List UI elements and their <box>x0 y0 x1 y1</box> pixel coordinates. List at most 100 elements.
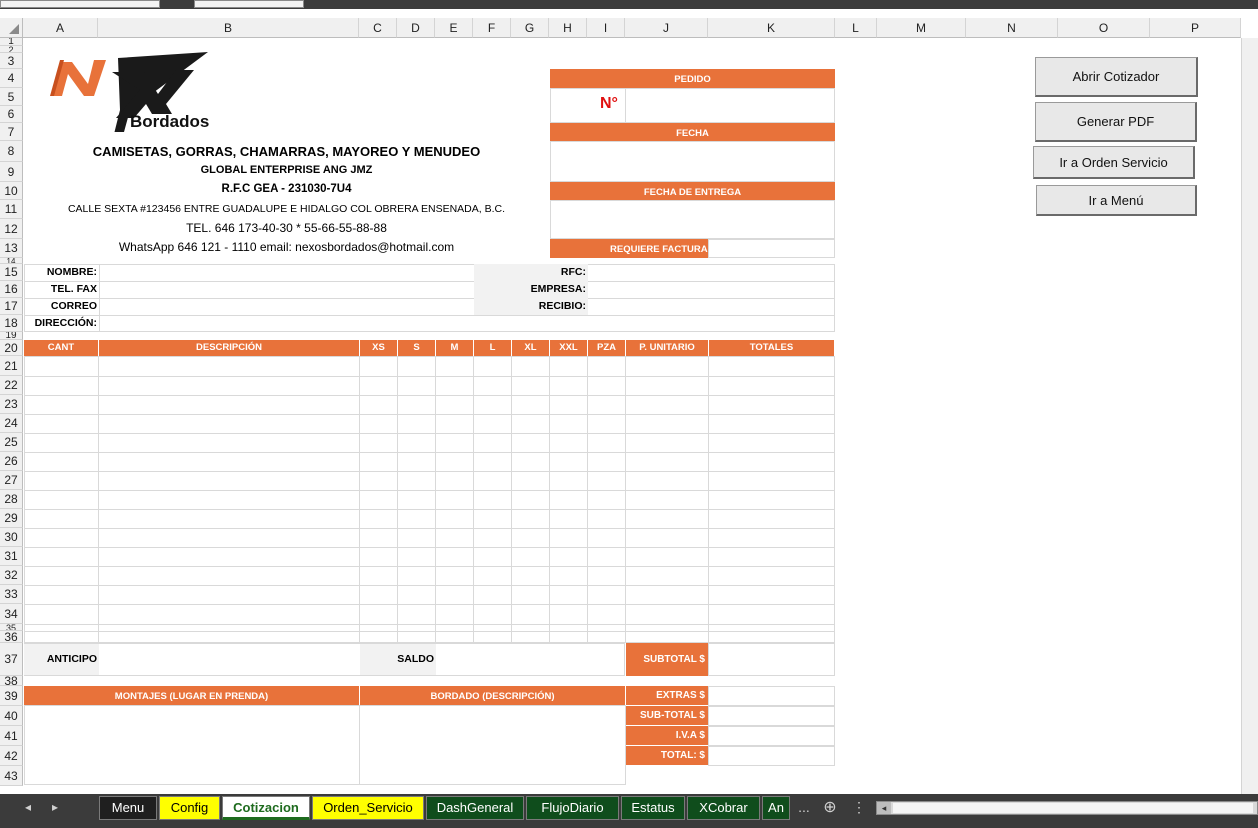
row-header[interactable]: 38 <box>0 676 23 686</box>
sheet-tab[interactable]: Config <box>159 796 220 820</box>
column-header[interactable]: H <box>549 18 587 38</box>
extras-field[interactable] <box>708 686 835 706</box>
montajes-field[interactable] <box>24 705 360 785</box>
anticipo-field[interactable] <box>100 644 359 675</box>
row-header[interactable]: 15 <box>0 264 23 281</box>
row-header[interactable]: 32 <box>0 566 23 585</box>
direccion-field[interactable] <box>100 316 834 332</box>
rfc-field[interactable] <box>589 265 834 281</box>
column-header[interactable]: E <box>435 18 473 38</box>
row-header[interactable]: 6 <box>0 106 23 123</box>
row-header[interactable]: 3 <box>0 53 23 69</box>
tab-next-icon[interactable]: ▸ <box>47 800 63 814</box>
row-header[interactable]: 27 <box>0 471 23 490</box>
row-header[interactable]: 31 <box>0 547 23 566</box>
row-header[interactable]: 30 <box>0 528 23 547</box>
row-header[interactable]: 1 <box>0 38 23 46</box>
table-row[interactable] <box>24 490 835 491</box>
formula-input[interactable] <box>194 0 304 8</box>
table-row[interactable] <box>24 547 835 548</box>
table-row[interactable] <box>24 376 835 377</box>
recibio-field[interactable] <box>589 299 834 315</box>
row-header[interactable]: 20 <box>0 340 23 356</box>
row-header[interactable]: 10 <box>0 182 23 200</box>
column-header[interactable]: B <box>98 18 359 38</box>
column-header[interactable]: D <box>397 18 435 38</box>
scroll-left-icon[interactable]: ◂ <box>877 802 891 814</box>
fecha-entrega-field[interactable] <box>550 200 835 239</box>
row-header[interactable]: 12 <box>0 219 23 239</box>
column-header[interactable]: I <box>587 18 625 38</box>
menu-button[interactable]: Ir a Menú <box>1036 185 1197 216</box>
select-all-corner[interactable] <box>0 18 23 38</box>
orden-servicio-button[interactable]: Ir a Orden Servicio <box>1033 146 1195 179</box>
bordado-field[interactable] <box>359 705 626 785</box>
row-header[interactable]: 43 <box>0 766 23 786</box>
generar-pdf-button[interactable]: Generar PDF <box>1035 102 1197 142</box>
table-row[interactable] <box>24 433 835 434</box>
scroll-thumb[interactable] <box>893 803 1253 813</box>
more-tabs-icon[interactable]: ... <box>795 799 813 815</box>
sheet-tab[interactable]: An <box>762 796 790 820</box>
sheet-tab[interactable]: FlujoDiario <box>526 796 619 820</box>
row-header[interactable]: 17 <box>0 298 23 315</box>
sheet-tab[interactable]: Orden_Servicio <box>312 796 424 820</box>
table-row[interactable] <box>24 414 835 415</box>
table-row[interactable] <box>24 452 835 453</box>
iva-field[interactable] <box>708 726 835 746</box>
row-header[interactable]: 37 <box>0 643 23 676</box>
row-header[interactable]: 22 <box>0 376 23 395</box>
row-header[interactable]: 25 <box>0 433 23 452</box>
column-header[interactable]: F <box>473 18 511 38</box>
sheet-tab[interactable]: DashGeneral <box>426 796 524 820</box>
saldo-field[interactable] <box>437 644 624 675</box>
row-header[interactable]: 19 <box>0 332 23 340</box>
nombre-field[interactable] <box>100 265 473 281</box>
tel-fax-field[interactable] <box>100 282 473 298</box>
column-header[interactable]: J <box>625 18 708 38</box>
horizontal-scrollbar[interactable]: ◂ <box>876 801 1258 815</box>
table-row[interactable] <box>24 604 835 605</box>
column-header[interactable]: M <box>877 18 966 38</box>
row-header[interactable]: 23 <box>0 395 23 414</box>
row-header[interactable]: 33 <box>0 585 23 604</box>
column-header[interactable]: K <box>708 18 835 38</box>
table-row[interactable] <box>24 395 835 396</box>
empresa-field[interactable] <box>589 282 834 298</box>
tab-options-icon[interactable]: ⋮ <box>852 799 866 816</box>
column-header[interactable]: C <box>359 18 397 38</box>
row-header[interactable]: 41 <box>0 726 23 746</box>
row-header[interactable]: 24 <box>0 414 23 433</box>
abrir-cotizador-button[interactable]: Abrir Cotizador <box>1035 57 1198 97</box>
name-box[interactable] <box>0 0 160 8</box>
fecha-field[interactable] <box>550 141 835 182</box>
order-number-field[interactable] <box>626 89 834 122</box>
correo-field[interactable] <box>100 299 473 315</box>
table-row[interactable] <box>24 566 835 567</box>
sheet-tab[interactable]: Menu <box>99 796 157 820</box>
row-header[interactable]: 28 <box>0 490 23 509</box>
table-row[interactable] <box>24 624 835 625</box>
row-header[interactable]: 36 <box>0 631 23 643</box>
row-header[interactable]: 7 <box>0 123 23 141</box>
table-row[interactable] <box>24 631 835 632</box>
row-header[interactable]: 29 <box>0 509 23 528</box>
row-header[interactable]: 5 <box>0 88 23 106</box>
row-header[interactable]: 35 <box>0 624 23 631</box>
sheet-tab[interactable]: Estatus <box>621 796 685 820</box>
sub-total-field[interactable] <box>708 706 835 726</box>
column-header[interactable]: N <box>966 18 1058 38</box>
column-header[interactable]: A <box>23 18 98 38</box>
row-header[interactable]: 13 <box>0 239 23 258</box>
tab-prev-icon[interactable]: ◂ <box>20 800 36 814</box>
row-header[interactable]: 18 <box>0 315 23 332</box>
row-header[interactable]: 16 <box>0 281 23 298</box>
row-header[interactable]: 2 <box>0 46 23 53</box>
requiere-factura-field[interactable] <box>708 239 835 258</box>
column-header[interactable]: L <box>835 18 877 38</box>
row-header[interactable]: 39 <box>0 686 23 706</box>
subtotal-field[interactable] <box>708 643 835 676</box>
row-header[interactable]: 34 <box>0 604 23 624</box>
table-row[interactable] <box>24 509 835 510</box>
add-sheet-icon[interactable]: ⊕ <box>820 797 840 817</box>
